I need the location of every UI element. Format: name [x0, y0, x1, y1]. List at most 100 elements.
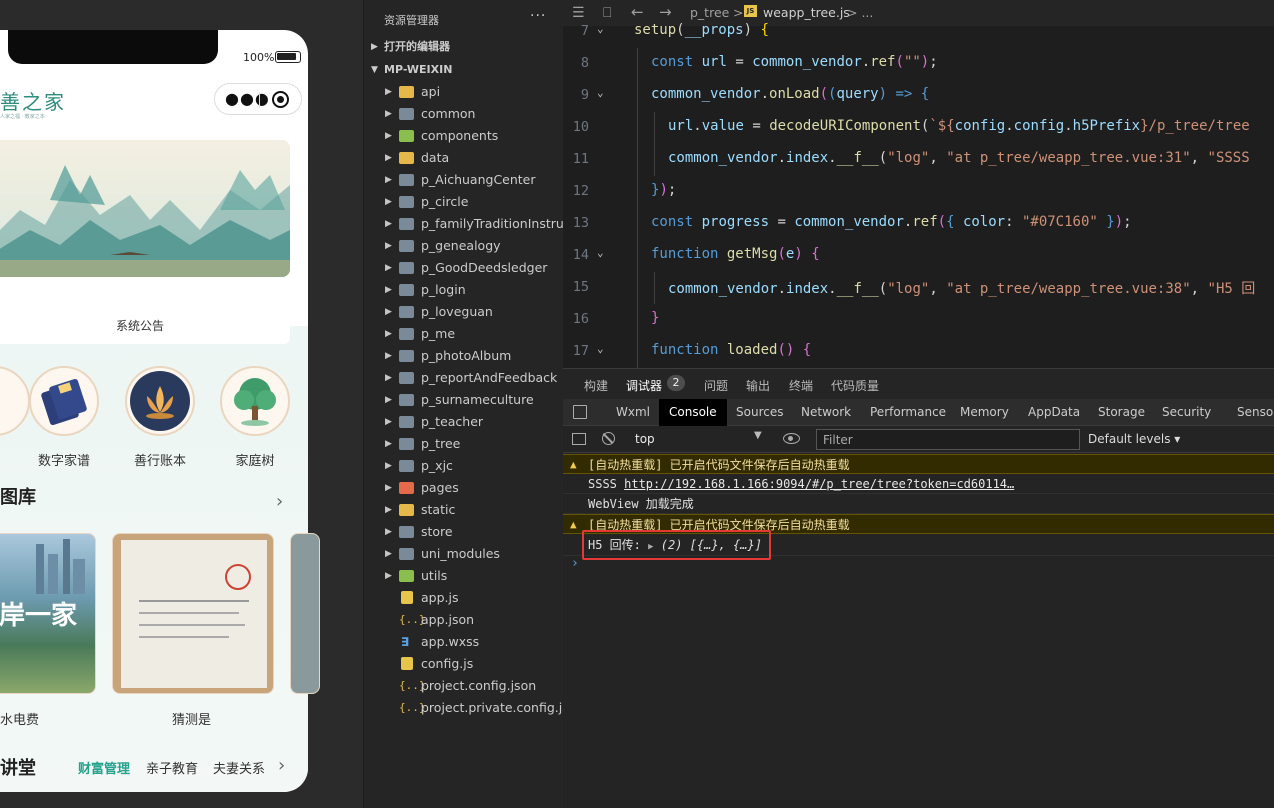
- code-line[interactable]: 10 url.value = decodeURIComponent(`${conf…: [563, 112, 1274, 144]
- file-row[interactable]: {..} project.config.json: [364, 675, 564, 697]
- folder-row[interactable]: ▶ api: [364, 81, 564, 103]
- tab-problems[interactable]: 问题: [704, 377, 728, 394]
- code-line[interactable]: 13 const progress = common_vendor.ref({ c…: [563, 208, 1274, 240]
- folder-row[interactable]: ▶ p_teacher: [364, 411, 564, 433]
- project-section[interactable]: ▼ MP-WEIXIN: [364, 59, 564, 81]
- folder-row[interactable]: ▶ p_circle: [364, 191, 564, 213]
- folder-icon: [399, 548, 414, 560]
- devtools-tab-wxml[interactable]: Wxml: [606, 399, 660, 426]
- file-row[interactable]: ∃ app.wxss: [364, 631, 564, 653]
- explorer-more-icon[interactable]: ···: [530, 8, 546, 24]
- log-levels-dropdown[interactable]: Default levels ▾: [1088, 432, 1180, 446]
- folder-row[interactable]: ▶ components: [364, 125, 564, 147]
- category-tab-parenting[interactable]: 亲子教育: [146, 758, 198, 777]
- devtools-tab-console[interactable]: Console: [659, 399, 727, 426]
- fold-chevron-icon[interactable]: ⌄: [597, 86, 604, 99]
- chevron-right-icon: ▶: [385, 175, 392, 185]
- folder-row[interactable]: ▶ utils: [364, 565, 564, 587]
- feature-digital-genealogy[interactable]: [29, 366, 99, 436]
- close-target-icon[interactable]: [272, 91, 289, 108]
- chevron-right-icon: ▶: [385, 109, 392, 119]
- category-tab-wealth[interactable]: 财富管理: [78, 758, 130, 777]
- folder-row[interactable]: ▶ p_reportAndFeedback: [364, 367, 564, 389]
- fold-chevron-icon[interactable]: ⌄: [597, 342, 604, 355]
- tab-build[interactable]: 构建: [584, 377, 608, 394]
- folder-row[interactable]: ▶ p_AichuangCenter: [364, 169, 564, 191]
- album-card-utility[interactable]: 岸一家: [0, 533, 96, 694]
- folder-row[interactable]: ▶ uni_modules: [364, 543, 564, 565]
- folder-row[interactable]: ▶ p_login: [364, 279, 564, 301]
- folder-row[interactable]: ▶ common: [364, 103, 564, 125]
- folder-row[interactable]: ▶ p_familyTraditionInstru...: [364, 213, 564, 235]
- file-row[interactable]: config.js: [364, 653, 564, 675]
- feature-good-deeds-ledger[interactable]: [125, 366, 195, 436]
- code-line[interactable]: 16}: [563, 304, 1274, 336]
- fold-chevron-icon[interactable]: ⌄: [597, 22, 604, 35]
- folder-row[interactable]: ▶ pages: [364, 477, 564, 499]
- code-line[interactable]: 17 ⌄ function loaded() {: [563, 336, 1274, 368]
- warning-icon: ▲: [570, 458, 577, 471]
- devtools-tab-memory[interactable]: Memory: [950, 399, 1019, 426]
- show-sidebar-icon[interactable]: [572, 433, 586, 445]
- album-card-guess[interactable]: [112, 533, 274, 694]
- code-line[interactable]: 11 common_vendor.index.__f__("log", "at p…: [563, 144, 1274, 176]
- devtools-tab-storage[interactable]: Storage: [1088, 399, 1155, 426]
- console-prompt[interactable]: ›: [571, 556, 579, 571]
- folder-row[interactable]: ▶ p_tree: [364, 433, 564, 455]
- devtools-tab-security[interactable]: Security: [1152, 399, 1221, 426]
- inspect-element-icon[interactable]: [573, 405, 587, 419]
- folder-row[interactable]: ▶ p_xjc: [364, 455, 564, 477]
- category-tab-marriage[interactable]: 夫妻关系: [213, 758, 265, 777]
- album-more-arrow-icon[interactable]: ›: [276, 491, 283, 512]
- code-line[interactable]: 9 ⌄ common_vendor.onLoad((query) => {: [563, 80, 1274, 112]
- open-editors-section[interactable]: ▶ 打开的编辑器: [364, 36, 564, 58]
- file-row[interactable]: app.js: [364, 587, 564, 609]
- folder-row[interactable]: ▶ p_me: [364, 323, 564, 345]
- tab-terminal[interactable]: 终端: [789, 377, 813, 394]
- devtools-tab-appdata[interactable]: AppData: [1018, 399, 1090, 426]
- code-line[interactable]: 8 const url = common_vendor.ref("");: [563, 48, 1274, 80]
- context-select[interactable]: top: [629, 430, 769, 449]
- devtools-tab-performance[interactable]: Performance: [860, 399, 956, 426]
- system-notice-bar[interactable]: 系统公告: [0, 308, 290, 344]
- code-line[interactable]: 15 common_vendor.index.__f__("log", "at p…: [563, 272, 1274, 304]
- folder-row[interactable]: ▶ p_photoAlbum: [364, 345, 564, 367]
- folder-row[interactable]: ▶ p_GoodDeedsledger: [364, 257, 564, 279]
- feature-family-tree[interactable]: [220, 366, 290, 436]
- clear-console-icon[interactable]: [602, 432, 615, 445]
- code-line[interactable]: 14 ⌄ function getMsg(e) {: [563, 240, 1274, 272]
- console-message: [自动热重载] 已开启代码文件保存后自动热重载: [588, 458, 850, 472]
- folder-row[interactable]: ▶ data: [364, 147, 564, 169]
- folder-row[interactable]: ▶ store: [364, 521, 564, 543]
- code-text: const url = common_vendor.ref("");: [651, 54, 938, 70]
- explorer-title: 资源管理器: [384, 14, 439, 27]
- folder-row[interactable]: ▶ p_genealogy: [364, 235, 564, 257]
- folder-row[interactable]: ▶ p_surnameculture: [364, 389, 564, 411]
- tab-code-quality[interactable]: 代码质量: [831, 377, 879, 394]
- fold-chevron-icon[interactable]: ⌄: [597, 246, 604, 259]
- file-row[interactable]: {..}project.private.config.js...: [364, 697, 564, 719]
- code-text: url.value = decodeURIComponent(`${config…: [668, 118, 1250, 134]
- folder-row[interactable]: ▶ static: [364, 499, 564, 521]
- category-more-arrow-icon[interactable]: ›: [278, 755, 285, 776]
- devtools-tab-sources[interactable]: Sources: [726, 399, 793, 426]
- tab-output[interactable]: 输出: [746, 377, 770, 394]
- console-url-link[interactable]: http://192.168.1.166:9094/#/p_tree/tree?…: [624, 477, 1014, 491]
- code-line[interactable]: 12});: [563, 176, 1274, 208]
- live-expression-eye-icon[interactable]: [783, 433, 800, 444]
- devtools-tab-network[interactable]: Network: [791, 399, 861, 426]
- indent-guide: [637, 80, 638, 112]
- more-dots-icon[interactable]: ●●●: [225, 91, 270, 107]
- folder-icon: [399, 350, 414, 362]
- landscape-banner[interactable]: [0, 140, 290, 277]
- code-line[interactable]: 7 ⌄ setup(__props) {: [563, 16, 1274, 48]
- tab-debugger[interactable]: 调试器: [626, 377, 663, 401]
- devtools-tab-sensor[interactable]: Sensor: [1227, 399, 1274, 426]
- indent-guide: [637, 272, 638, 304]
- album-card-partial[interactable]: [290, 533, 320, 694]
- folder-row[interactable]: ▶ p_loveguan: [364, 301, 564, 323]
- console-filter-input[interactable]: [816, 429, 1080, 450]
- file-name: project.config.json: [421, 678, 537, 693]
- file-row[interactable]: {..} app.json: [364, 609, 564, 631]
- code-editor[interactable]: ☰ ⎕ ← → p_tree > JS weapp_tree.js > ... …: [563, 0, 1274, 368]
